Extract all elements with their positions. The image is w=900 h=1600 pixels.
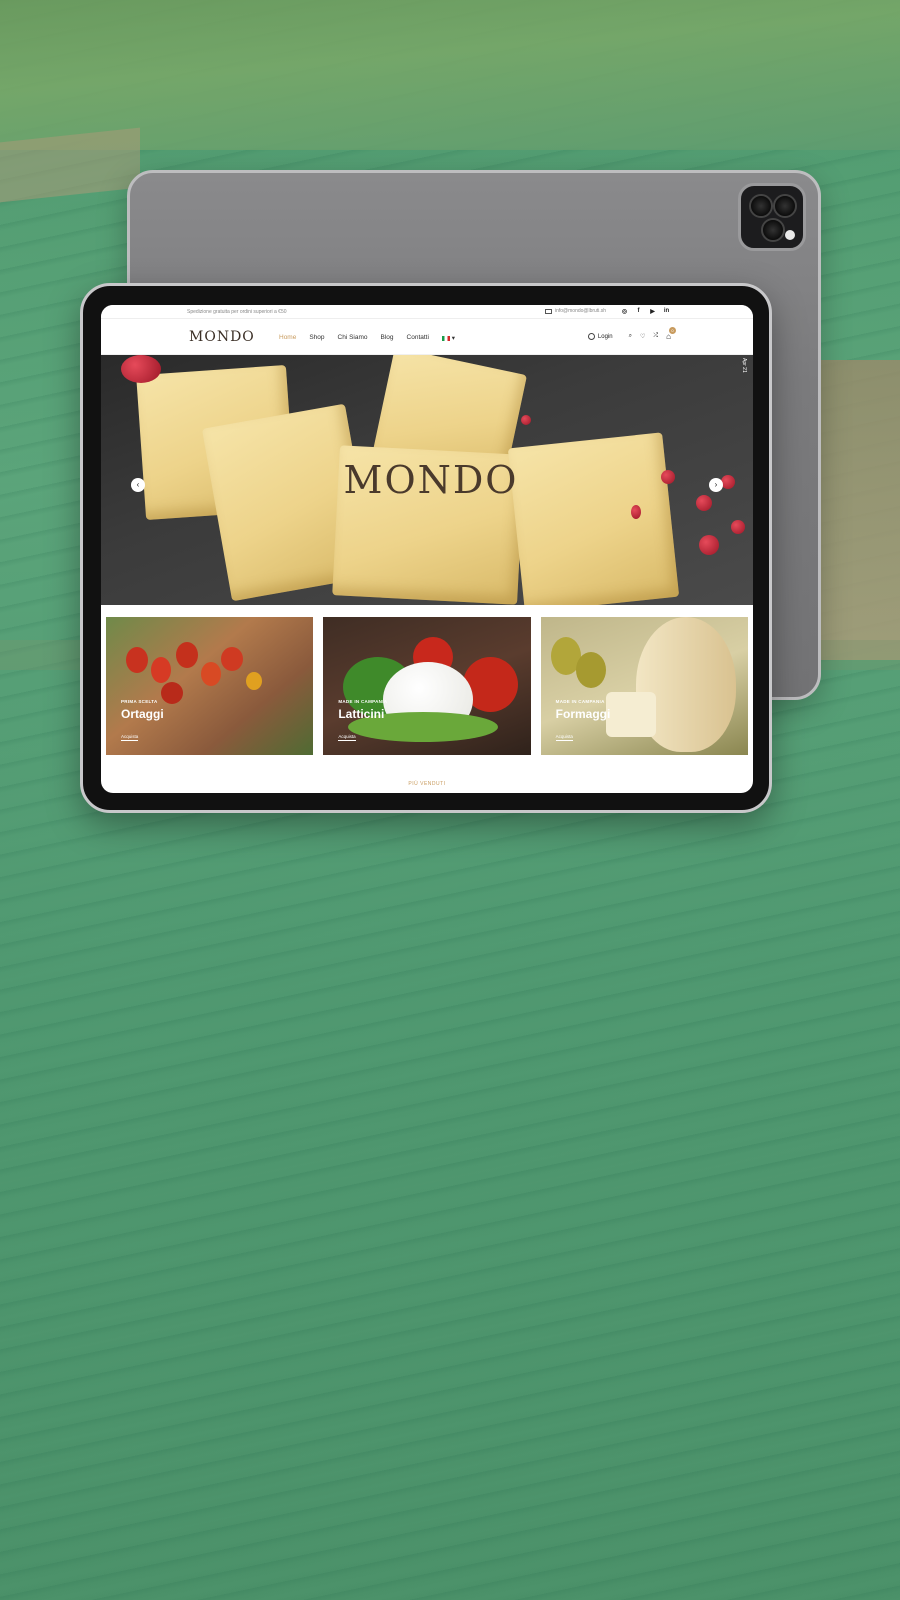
- login-link[interactable]: Login: [587, 333, 613, 340]
- youtube-icon[interactable]: ▶: [649, 308, 656, 315]
- card-kicker: MADE IN CAMPANIA: [338, 699, 388, 704]
- camera-lens-icon: [773, 194, 797, 218]
- nav-item-chi-siamo[interactable]: Chi Siamo: [338, 334, 368, 342]
- camera-lens-icon: [761, 218, 785, 242]
- tomato-shape: [246, 672, 262, 690]
- user-icon: [587, 333, 595, 340]
- card-title: Latticini: [338, 707, 385, 721]
- login-label: Login: [597, 333, 613, 340]
- category-card-ortaggi[interactable]: PRIMA SCELTA Ortaggi Acquista: [106, 617, 314, 755]
- category-card-formaggi[interactable]: MADE IN CAMPANIA Formaggi Acquista: [540, 617, 748, 755]
- side-date-label: Apr 21: [741, 358, 747, 373]
- card-text: MADE IN CAMPANIA Formaggi Acquista: [555, 699, 611, 743]
- category-card-latticini[interactable]: MADE IN CAMPANIA Latticini Acquista: [323, 617, 531, 755]
- card-text: MADE IN CAMPANIA Latticini Acquista: [338, 699, 387, 743]
- tomato-shape: [221, 647, 243, 671]
- pomegranate-seed: [121, 355, 161, 383]
- card-title: Formaggi: [555, 707, 611, 721]
- tomato-shape: [161, 682, 183, 704]
- camera-flash-icon: [785, 230, 795, 240]
- nav-menu: Home Shop Chi Siamo Blog Contatti ▾: [279, 334, 455, 342]
- search-icon[interactable]: ⌕: [629, 333, 632, 340]
- camera-lens-icon: [749, 194, 773, 218]
- email-contact[interactable]: info@mondo@lbruti.sh: [545, 308, 606, 314]
- italy-flag-icon: [441, 335, 450, 341]
- email-text: info@mondo@lbruti.sh: [555, 308, 607, 314]
- card-kicker: MADE IN CAMPANIA: [555, 699, 605, 704]
- camera-bump: [738, 183, 806, 251]
- pomegranate-seed: [731, 520, 745, 534]
- card-shop-link[interactable]: Acquista: [555, 734, 573, 741]
- tomato-shape: [126, 647, 148, 673]
- category-cards: PRIMA SCELTA Ortaggi Acquista MADE IN CA…: [106, 617, 748, 755]
- nav-item-blog[interactable]: Blog: [381, 334, 394, 342]
- tablet-front: Spedizione gratuita per ordini superiori…: [80, 283, 772, 813]
- envelope-icon: [545, 308, 552, 314]
- card-kicker: PRIMA SCELTA: [121, 699, 158, 704]
- nav-item-home[interactable]: Home: [279, 334, 296, 342]
- cheese-piece: [507, 432, 680, 605]
- pomegranate-seed: [661, 470, 675, 484]
- language-selector[interactable]: ▾: [441, 334, 455, 342]
- olive-shape: [575, 652, 606, 688]
- social-links: ◎ f ▶ in: [621, 308, 670, 315]
- slider-prev-button[interactable]: ‹: [131, 478, 145, 492]
- facebook-icon[interactable]: f: [635, 308, 642, 315]
- hero-logo: MONDO: [343, 458, 519, 502]
- tomato-shape: [201, 662, 221, 686]
- cart-count-badge: 0: [669, 327, 676, 334]
- pomegranate-seed: [696, 495, 712, 511]
- nav-item-contatti[interactable]: Contatti: [407, 334, 429, 342]
- tomato-shape: [176, 642, 198, 668]
- nav-item-shop[interactable]: Shop: [309, 334, 324, 342]
- bestseller-heading: PIÙ VENDUTI: [408, 781, 446, 787]
- linkedin-icon[interactable]: in: [663, 308, 670, 315]
- pomegranate-seed: [521, 415, 531, 425]
- pomegranate-seed: [699, 535, 719, 555]
- hero-slider: MONDO ‹ › Apr 21: [101, 355, 753, 605]
- pomegranate-seed: [631, 505, 641, 519]
- instagram-icon[interactable]: ◎: [621, 308, 628, 315]
- pomegranate-seed: [721, 475, 735, 489]
- cheese-slice-shape: [605, 692, 656, 737]
- card-shop-link[interactable]: Acquista: [338, 734, 356, 741]
- site-logo[interactable]: MONDO: [189, 329, 255, 345]
- top-bar: Spedizione gratuita per ordini superiori…: [101, 305, 753, 319]
- wishlist-icon[interactable]: ♡: [640, 333, 645, 340]
- card-shop-link[interactable]: Acquista: [121, 734, 139, 741]
- tomato-shape: [151, 657, 171, 683]
- card-text: PRIMA SCELTA Ortaggi Acquista: [121, 699, 164, 743]
- cart-icon[interactable]: ⌂ 0: [666, 327, 676, 341]
- card-title: Ortaggi: [121, 707, 164, 721]
- main-nav: MONDO Home Shop Chi Siamo Blog Contatti …: [101, 319, 753, 355]
- nav-actions: Login ⌕ ♡ ⤮ ⌂ 0: [587, 327, 676, 341]
- compare-icon[interactable]: ⤮: [653, 333, 658, 340]
- shipping-notice: Spedizione gratuita per ordini superiori…: [187, 309, 287, 315]
- slider-next-button[interactable]: ›: [709, 478, 723, 492]
- tablet-screen: Spedizione gratuita per ordini superiori…: [101, 305, 753, 793]
